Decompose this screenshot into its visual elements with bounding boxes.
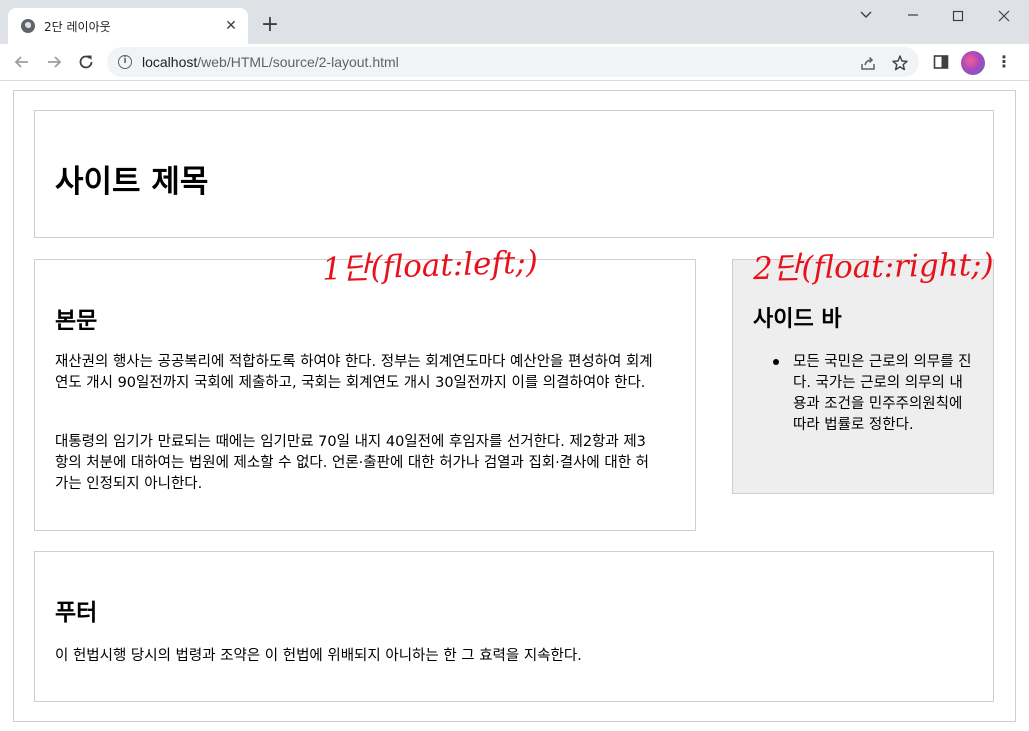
page-header: 사이트 제목 [34,110,994,238]
browser-tab[interactable]: 2단 레이아웃 ✕ [8,8,248,44]
close-tab-icon[interactable]: ✕ [222,17,240,35]
footer-text: 이 헌법시행 당시의 법령과 조약은 이 헌법에 위배되지 아니하는 한 그 효… [55,648,582,664]
tab-search-icon[interactable] [850,4,882,28]
forward-button[interactable] [42,50,66,74]
new-tab-button[interactable]: + [258,14,282,38]
main-content: 본문 재산권의 행사는 공공복리에 적합하도록 하여야 한다. 정부는 회계연도… [34,259,696,531]
side-panel-icon[interactable] [932,53,952,73]
site-title: 사이트 제목 [55,164,209,200]
back-button[interactable] [10,50,34,74]
bookmark-star-icon[interactable] [891,54,909,72]
profile-avatar[interactable] [961,51,985,75]
reload-button[interactable] [74,50,98,74]
list-item-text: 모든 국민은 근로의 의무를 진다. 국가는 근로의 의무의 내용과 조건을 민… [793,354,972,433]
url-text: localhost/web/HTML/source/2-layout.html [142,54,399,70]
page-footer: 푸터 이 헌법시행 당시의 법령과 조약은 이 헌법에 위배되지 아니하는 한 … [34,551,994,702]
main-heading: 본문 [55,308,98,334]
main-paragraph: 대통령의 임기가 만료되는 때에는 임기만료 70일 내지 40일전에 후임자를… [55,434,650,492]
share-icon[interactable] [859,54,877,72]
sidebar: 사이드 바 모든 국민은 근로의 의무를 진다. 국가는 근로의 의무의 내용과… [732,259,994,494]
globe-icon [21,19,35,33]
sidebar-list: 모든 국민은 근로의 의무를 진다. 국가는 근로의 의무의 내용과 조건을 민… [773,352,973,436]
browser-toolbar: i localhost/web/HTML/source/2-layout.htm… [0,44,1029,81]
tab-title: 2단 레이아웃 [44,20,111,34]
list-item: 모든 국민은 근로의 의무를 진다. 국가는 근로의 의무의 내용과 조건을 민… [773,352,973,436]
handwritten-annotation-sidebar: 2단(float:right;) [752,246,994,288]
page-viewport: 사이트 제목 본문 재산권의 행사는 공공복리에 적합하도록 하여야 한다. 정… [0,81,1029,731]
minimize-button[interactable] [897,4,929,28]
maximize-button[interactable] [942,4,974,28]
handwritten-annotation-main: 1단(float:left;) [321,244,539,288]
bullet-icon [773,359,779,365]
address-bar[interactable]: i localhost/web/HTML/source/2-layout.htm… [107,47,919,77]
close-window-button[interactable] [988,4,1020,28]
main-paragraph: 재산권의 행사는 공공복리에 적합하도록 하여야 한다. 정부는 회계연도마다 … [55,354,653,391]
sidebar-heading: 사이드 바 [753,307,842,332]
layout-wrapper: 사이트 제목 본문 재산권의 행사는 공공복리에 적합하도록 하여야 한다. 정… [13,90,1016,722]
info-icon[interactable]: i [118,55,132,69]
more-menu-icon[interactable]: ⋮ [996,54,1012,72]
footer-heading: 푸터 [55,600,98,626]
tab-strip: 2단 레이아웃 ✕ + [0,0,1029,44]
